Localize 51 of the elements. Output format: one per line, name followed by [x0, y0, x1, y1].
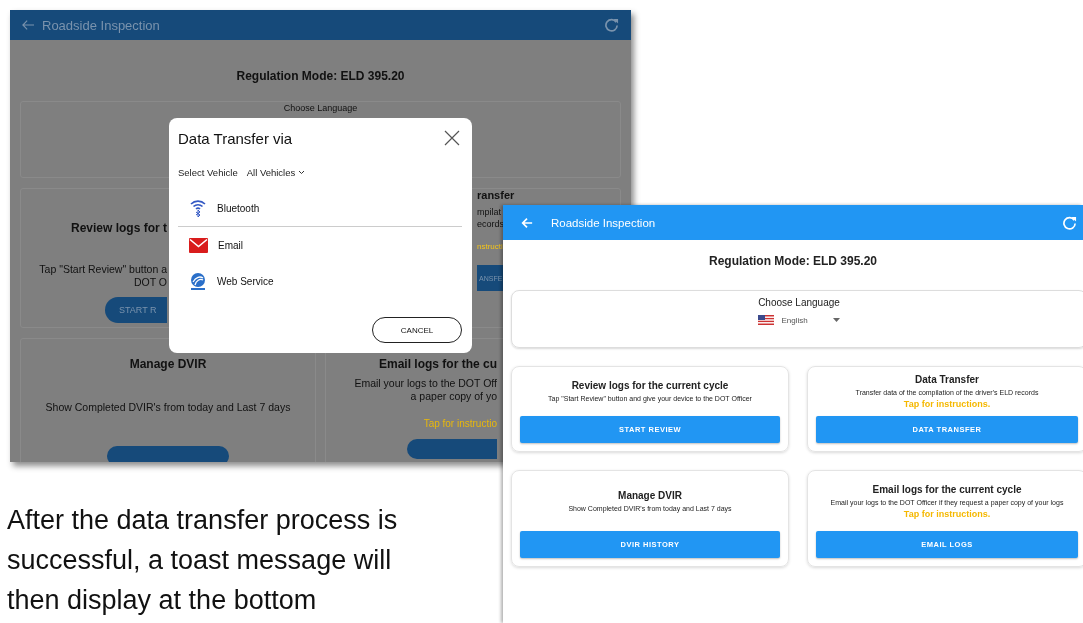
vehicle-dropdown[interactable]: All Vehicles — [246, 167, 306, 178]
choose-language-label: Choose Language — [283, 103, 358, 113]
action-button[interactable] — [107, 446, 229, 462]
flag-icon — [758, 315, 775, 325]
card-description: Email your logs to the DOT Off — [354, 377, 497, 390]
transfer-option[interactable]: Bluetooth — [178, 190, 462, 226]
choose-language-label: Choose Language — [758, 297, 840, 308]
globe-logo-icon — [189, 271, 207, 291]
action-button[interactable]: START R — [105, 297, 167, 323]
back-button[interactable] — [20, 19, 36, 31]
card-description: a paper copy of yo — [409, 390, 497, 403]
card-description: Tap "Start Review" button a — [39, 263, 167, 276]
card-title: Data Transfer — [915, 374, 979, 385]
transfer-option[interactable]: Email — [178, 227, 462, 263]
chevron-down-icon — [298, 170, 306, 175]
regulation-mode-heading: Regulation Mode: ELD 395.20 — [235, 69, 406, 85]
screen-title: Roadside Inspection — [42, 17, 160, 33]
card-description: ecords — [477, 218, 504, 230]
card-title: ransfer — [477, 189, 515, 202]
card-title: Manage DVIR — [129, 357, 207, 371]
envelope-icon — [189, 237, 208, 253]
card-description: DOT O — [132, 276, 167, 289]
refresh-icon — [1063, 215, 1077, 230]
card-title: Manage DVIR — [618, 489, 682, 501]
card-title: Review logs for t — [70, 221, 167, 235]
back-arrow-icon — [521, 216, 533, 229]
close-icon — [444, 130, 460, 146]
wifi-bluetooth-icon — [189, 198, 207, 218]
transfer-option[interactable]: Web Service — [178, 263, 462, 299]
card-description: mpilat — [477, 206, 502, 218]
refresh-button[interactable] — [605, 18, 619, 32]
dialog-title: Data Transfer via — [178, 129, 293, 147]
refresh-icon — [605, 18, 619, 32]
regulation-mode-heading: Regulation Mode: ELD 395.20 — [708, 254, 878, 268]
instructions-link[interactable]: Tap for instructions. — [903, 508, 991, 519]
instructions-link[interactable]: Tap for instructio — [423, 418, 497, 429]
body-paragraph: After the data transfer process is successful, a toast message will then display at the bottom — [7, 504, 399, 617]
select-vehicle-label: Select Vehicle — [178, 167, 238, 178]
dropdown-caret-icon — [832, 318, 840, 322]
action-button[interactable] — [407, 439, 497, 459]
close-button[interactable] — [442, 128, 462, 148]
back-button[interactable] — [521, 216, 533, 229]
card-title: Review logs for the current cycle — [571, 380, 729, 391]
instructions-link[interactable]: Tap for instructions. — [903, 399, 991, 409]
language-dropdown[interactable]: English — [758, 315, 840, 325]
card-title: Email logs for the cu — [378, 357, 497, 371]
instructions-link[interactable]: nstructi — [477, 242, 503, 251]
card-title: Email logs for the current cycle — [872, 483, 1022, 495]
screen-title: Roadside Inspection — [551, 216, 656, 229]
card-description: Show Completed DVIR's from today and Last 7 days — [45, 401, 291, 414]
back-arrow-icon — [20, 19, 36, 31]
